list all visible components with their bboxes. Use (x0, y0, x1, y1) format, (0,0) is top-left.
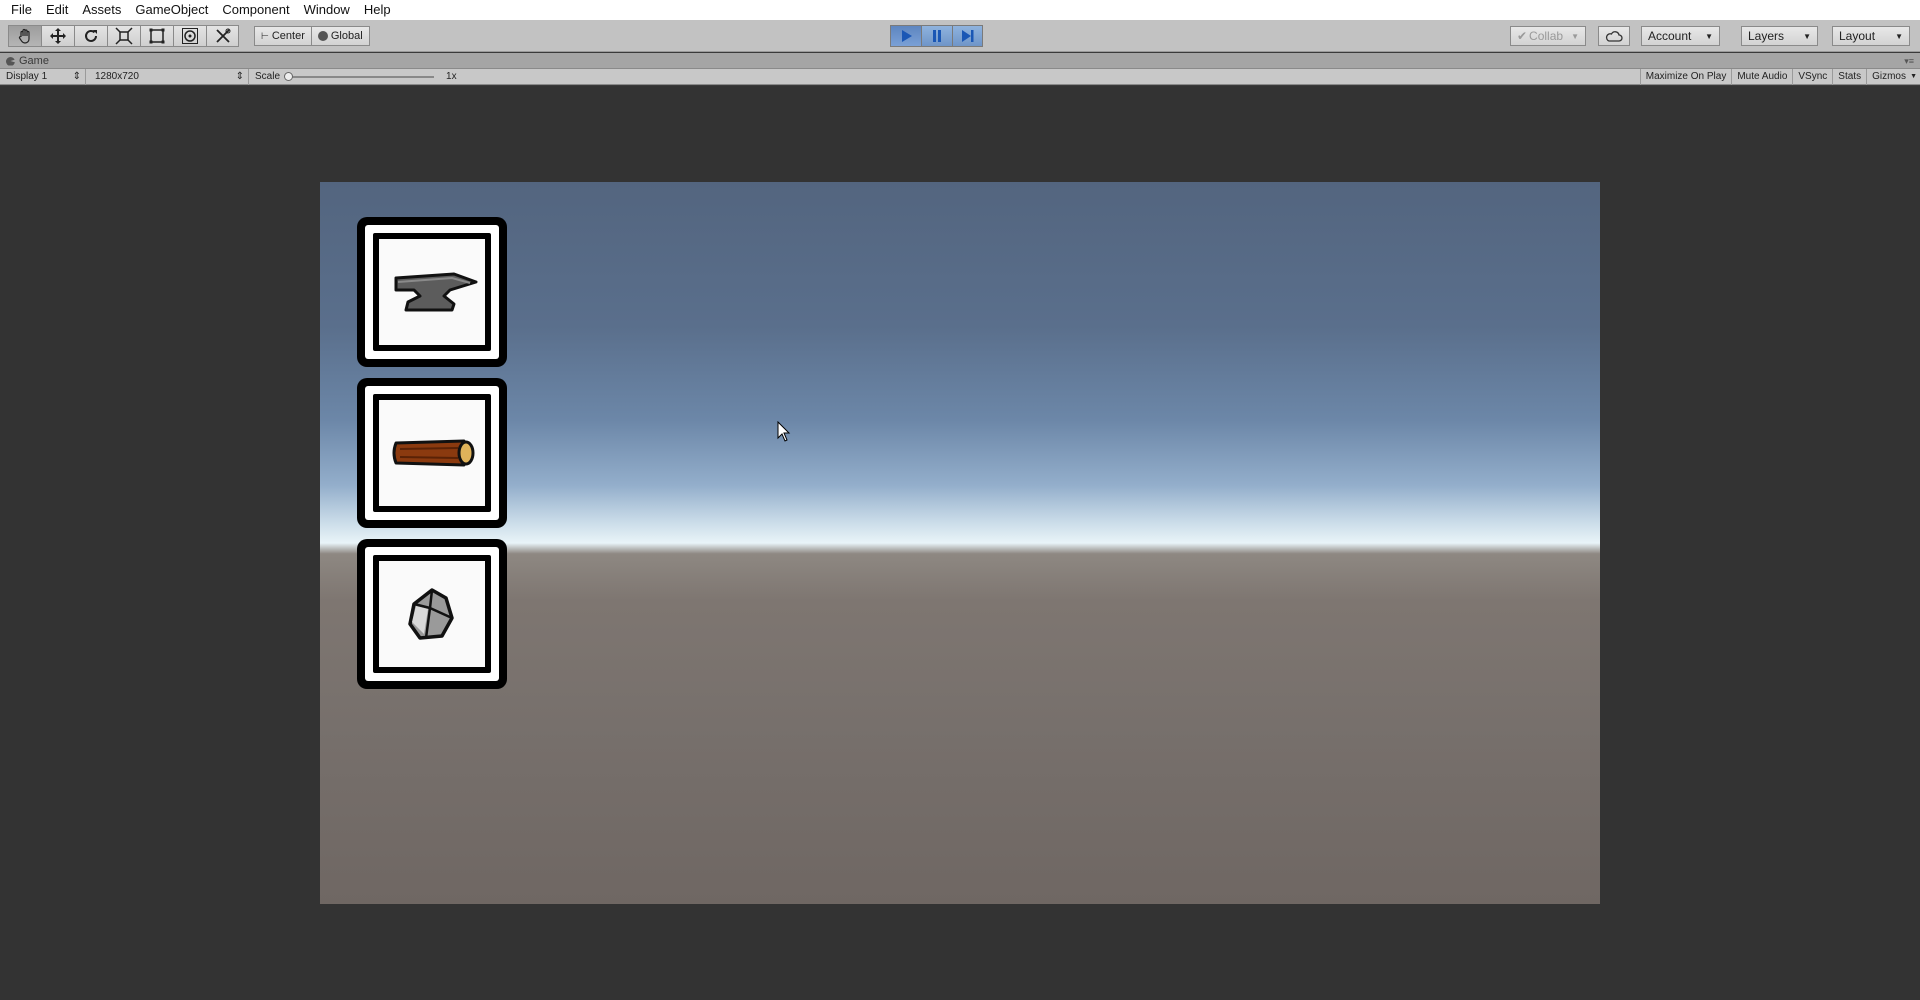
menu-help[interactable]: Help (357, 0, 398, 20)
mute-audio-toggle[interactable]: Mute Audio (1731, 69, 1792, 85)
display-dropdown[interactable]: Display 1 ⇕ (0, 69, 86, 85)
step-icon (961, 30, 973, 42)
game-viewport[interactable] (320, 182, 1600, 904)
transform-tool-button[interactable] (173, 25, 206, 47)
pivot-toggles: ⊢ Center Global (254, 26, 370, 48)
game-tab-strip: Game ▾≡ (0, 53, 1920, 69)
scale-tool-button[interactable] (107, 25, 140, 47)
layers-label: Layers (1748, 29, 1785, 43)
check-icon: ✔ (1517, 29, 1528, 43)
play-button[interactable] (890, 25, 921, 47)
pivot-center-icon: ⊢ (261, 30, 269, 41)
rect-tool-button[interactable] (140, 25, 173, 47)
collab-dropdown[interactable]: ✔ Collab ▼ (1510, 26, 1586, 46)
pacman-icon (6, 56, 15, 66)
menu-file[interactable]: File (4, 0, 39, 20)
chevron-down-icon: ▼ (1895, 31, 1903, 41)
tools-icon (215, 28, 230, 43)
resolution-label: 1280x720 (95, 71, 139, 82)
gizmos-dropdown[interactable]: Gizmos ▼ (1866, 69, 1920, 85)
inventory-slot-1[interactable] (357, 217, 507, 367)
pivot-rotation-label: Global (330, 30, 363, 42)
move-tool-button[interactable] (41, 25, 74, 47)
pivot-mode-label: Center (271, 30, 305, 42)
rock-icon (408, 588, 454, 640)
resolution-dropdown[interactable]: 1280x720 ⇕ (89, 69, 249, 85)
chevron-down-icon: ▼ (1910, 73, 1917, 80)
playback-controls (890, 25, 983, 47)
pause-icon (933, 30, 941, 42)
custom-tool-button[interactable] (206, 25, 239, 47)
mouse-cursor-icon (777, 421, 791, 442)
menu-bar: File Edit Assets GameObject Component Wi… (0, 0, 1920, 20)
menu-assets[interactable]: Assets (75, 0, 128, 20)
scale-icon (115, 27, 133, 45)
tab-game[interactable]: Game (6, 53, 49, 69)
log-icon (392, 439, 475, 467)
play-icon (902, 30, 912, 42)
scale-slider-handle[interactable] (284, 72, 294, 81)
inventory-slot-3[interactable] (357, 539, 507, 689)
game-view (0, 86, 1920, 1000)
cloud-icon (1605, 31, 1623, 42)
scale-slider[interactable] (284, 72, 435, 81)
chevron-down-icon: ▼ (1571, 31, 1579, 41)
chevron-down-icon: ▼ (1803, 31, 1811, 41)
menu-component[interactable]: Component (215, 0, 296, 20)
menu-window[interactable]: Window (297, 0, 357, 20)
display-label: Display 1 (6, 71, 48, 82)
hand-tool-button[interactable] (8, 25, 41, 47)
chevron-down-icon: ▼ (1705, 31, 1713, 41)
pivot-rotation-button[interactable]: Global (311, 26, 370, 46)
account-dropdown[interactable]: Account ▼ (1641, 26, 1720, 46)
layout-label: Layout (1839, 29, 1876, 43)
move-icon (50, 28, 66, 44)
game-view-toggles: Maximize On Play Mute Audio VSync Stats … (1639, 69, 1920, 85)
layout-dropdown[interactable]: Layout ▼ (1832, 26, 1910, 46)
inventory-slot-2[interactable] (357, 378, 507, 528)
scale-label: Scale (255, 71, 281, 82)
globe-icon (317, 31, 328, 41)
menu-gameobject[interactable]: GameObject (128, 0, 215, 20)
rotate-tool-button[interactable] (74, 25, 107, 47)
hand-icon (18, 28, 30, 44)
scale-control: Scale 1x (255, 69, 457, 85)
maximize-on-play-toggle[interactable]: Maximize On Play (1639, 69, 1732, 85)
updown-icon: ⇕ (72, 71, 81, 82)
updown-icon: ⇕ (235, 71, 244, 82)
transform-tools (8, 25, 239, 47)
main-toolbar: ⊢ Center Global ✔ Collab ▼ Account ▼ Lay… (0, 20, 1920, 52)
menu-edit[interactable]: Edit (39, 0, 75, 20)
tab-options-icon[interactable]: ▾≡ (1904, 56, 1914, 67)
game-view-bar: Display 1 ⇕ 1280x720 ⇕ Scale 1x Maximize… (0, 69, 1920, 85)
layers-dropdown[interactable]: Layers ▼ (1741, 26, 1818, 46)
cloud-button[interactable] (1598, 26, 1630, 46)
rotate-icon (85, 29, 97, 42)
pause-button[interactable] (921, 25, 952, 47)
rect-icon (149, 28, 165, 44)
vsync-toggle[interactable]: VSync (1792, 69, 1832, 85)
scale-value: 1x (446, 71, 457, 82)
collab-label: Collab (1529, 29, 1564, 43)
transform-icon (182, 28, 198, 44)
stats-toggle[interactable]: Stats (1832, 69, 1866, 85)
step-button[interactable] (952, 25, 983, 47)
gizmos-label: Gizmos (1872, 71, 1906, 82)
tab-game-label: Game (19, 55, 49, 67)
account-label: Account (1648, 29, 1692, 43)
anvil-icon (394, 272, 478, 312)
pivot-mode-button[interactable]: ⊢ Center (254, 26, 312, 46)
